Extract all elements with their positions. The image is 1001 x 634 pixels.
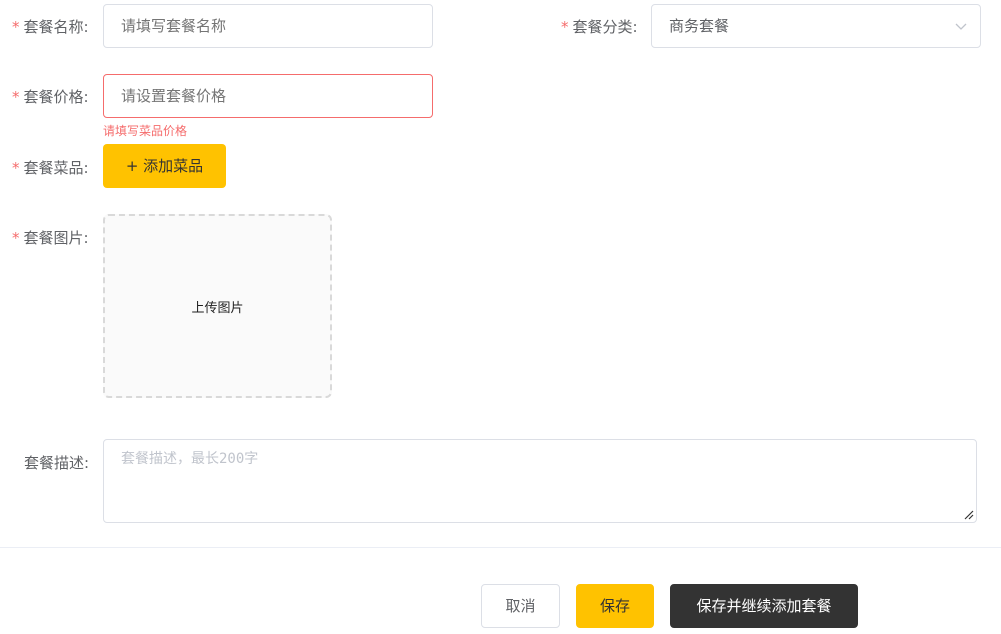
price-input[interactable]: [103, 74, 433, 118]
add-dish-button[interactable]: + 添加菜品: [103, 144, 226, 188]
price-error-message: 请填写菜品价格: [103, 124, 188, 138]
category-label-text: 套餐分类:: [572, 18, 638, 36]
chevron-down-icon: [955, 23, 967, 30]
description-textarea[interactable]: 套餐描述，最长200字: [103, 439, 977, 523]
image-label-text: 套餐图片:: [23, 229, 89, 247]
resize-handle-icon[interactable]: [964, 510, 974, 520]
name-label-text: 套餐名称:: [23, 18, 89, 36]
save-and-continue-button[interactable]: 保存并继续添加套餐: [670, 584, 858, 628]
required-mark: *: [12, 229, 20, 247]
description-placeholder: 套餐描述，最长200字: [121, 451, 259, 467]
required-mark: *: [12, 88, 20, 106]
upload-text: 上传图片: [191, 300, 244, 316]
price-label: * 套餐价格:: [12, 87, 89, 107]
dishes-label-text: 套餐菜品:: [23, 159, 89, 177]
image-label: * 套餐图片:: [12, 228, 89, 248]
category-select[interactable]: 商务套餐: [651, 4, 981, 48]
category-select-value: 商务套餐: [669, 17, 730, 35]
description-label-text: 套餐描述:: [24, 454, 90, 472]
dishes-label: * 套餐菜品:: [12, 158, 89, 178]
required-mark: *: [12, 159, 20, 177]
save-button[interactable]: 保存: [576, 584, 654, 628]
description-label: 套餐描述:: [24, 453, 89, 473]
category-label: * 套餐分类:: [561, 17, 638, 37]
required-mark: *: [12, 18, 20, 36]
name-label: * 套餐名称:: [12, 17, 89, 37]
footer-divider: [0, 547, 1001, 548]
price-label-text: 套餐价格:: [23, 88, 89, 106]
required-mark: *: [561, 18, 569, 36]
cancel-button[interactable]: 取消: [481, 584, 560, 628]
name-input[interactable]: [103, 4, 433, 48]
image-upload-area[interactable]: 上传图片: [103, 214, 332, 398]
